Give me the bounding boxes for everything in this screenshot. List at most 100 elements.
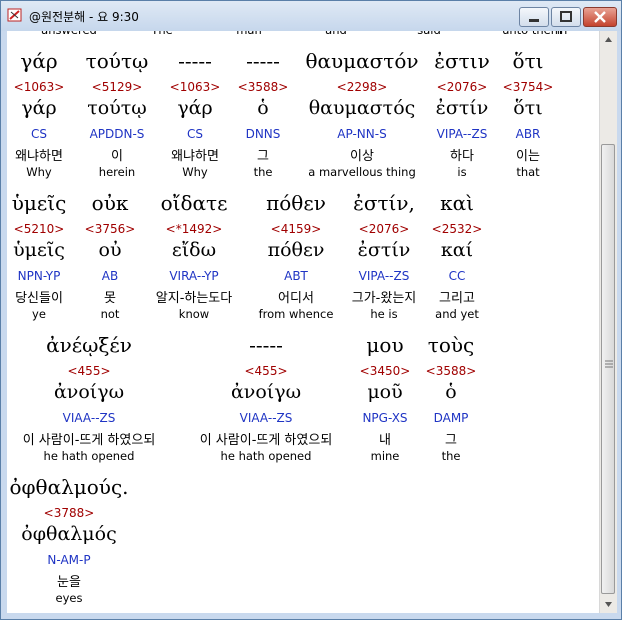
korean-gloss: 그 [257,149,269,164]
strong-number[interactable]: <3788> [44,506,95,520]
strong-number[interactable]: <4159> [271,222,322,236]
greek-lemma: οὐ [98,239,122,261]
greek-word[interactable]: οὐκ [92,191,129,215]
partial-english-gloss: The [151,31,172,37]
greek-word[interactable]: οἴδατε [161,191,228,215]
greek-lemma: καί [440,239,474,261]
english-gloss: he is [370,307,398,321]
english-gloss: that [516,165,540,179]
strong-number[interactable]: <1063> [14,80,65,94]
korean-gloss: 이 사람이-뜨게 하였으되 [22,433,156,448]
greek-lemma: εἴδω [171,239,217,261]
strong-number[interactable]: <2298> [337,80,388,94]
english-gloss: mine [370,449,400,463]
greek-lemma: γάρ [21,97,57,119]
greek-word[interactable]: πόθεν [266,191,326,215]
minimize-icon [529,19,539,22]
greek-lemma: ἀνοίγω [53,381,125,403]
grip-icon [605,360,613,368]
greek-word[interactable]: ----- [249,333,283,357]
korean-gloss: 그 [445,433,457,448]
english-gloss: he hath opened [43,449,135,463]
korean-gloss: 당신들이 [15,291,63,306]
english-gloss: ye [32,307,46,321]
greek-lemma: ἀνοίγω [230,381,302,403]
strong-number[interactable]: <3756> [85,222,136,236]
partial-english-gloss: said [417,31,441,37]
strong-number[interactable]: <3588> [426,364,477,378]
greek-word[interactable]: ὑμεῖς [12,191,67,215]
korean-gloss: 이는 [516,149,540,164]
scrollbar-thumb[interactable] [601,144,615,594]
greek-lemma: μοῦ [367,381,403,403]
parsing-code: NPN-YP [17,269,61,283]
greek-word[interactable]: θαυμαστόν [305,49,418,73]
greek-lemma: ὑμεῖς [13,239,65,261]
greek-word[interactable]: μου [366,333,403,357]
parsing-code: CC [448,269,466,283]
english-gloss: Why [182,165,208,179]
korean-gloss: 이 사람이-뜨게 하였으되 [199,433,333,448]
strong-number[interactable]: <2532> [432,222,483,236]
app-window: @원전분해 - 요 9:30 answered The man and said unto… [0,0,622,620]
greek-lemma: τούτῳ [87,97,147,119]
scroll-down-arrow-icon[interactable] [600,596,617,613]
english-gloss: from whence [258,307,334,321]
greek-lemma: γάρ [177,97,213,119]
strong-number[interactable]: <3754> [503,80,554,94]
greek-lemma: θαυμαστός [308,97,416,119]
partial-english-gloss: man [236,31,262,37]
greek-word[interactable]: καὶ [440,191,474,215]
strong-number[interactable]: <455> [244,364,287,378]
greek-lemma: πόθεν [267,239,325,261]
korean-gloss: 왜냐하면 [15,149,63,164]
interlinear-view[interactable]: answered The man and said unto themin γάρ τούτῳ… [7,31,599,613]
greek-word[interactable]: ἐστίν, [353,191,415,215]
parsing-code: DAMP [433,411,469,425]
greek-word[interactable]: ----- [178,49,212,73]
greek-word[interactable]: ----- [246,49,280,73]
english-gloss: a marvellous thing [308,165,416,179]
greek-word[interactable]: ἐστιν [434,49,489,73]
greek-lemma: ὅτι [513,97,543,119]
minimize-button[interactable] [519,7,549,27]
strong-number[interactable]: <2076> [359,222,410,236]
strong-number[interactable]: <1063> [170,80,221,94]
parsing-code: VIPA--ZS [358,269,410,283]
parsing-code: VIRA--YP [169,269,219,283]
strong-number[interactable]: <3450> [360,364,411,378]
partial-english-gloss: in [557,31,567,37]
strong-number[interactable]: <2076> [437,80,488,94]
parsing-code: VIPA--ZS [436,127,488,141]
parsing-code: ABR [515,127,541,141]
scroll-up-arrow-icon[interactable] [600,31,617,48]
parsing-code: NPG-XS [362,411,408,425]
english-gloss: know [178,307,210,321]
title-bar[interactable]: @원전분해 - 요 9:30 [1,1,621,31]
strong-number[interactable]: <3588> [238,80,289,94]
korean-gloss: 그가-왔는지 [351,291,417,306]
window-title: @원전분해 - 요 9:30 [29,10,139,24]
parsing-code: AB [101,269,119,283]
greek-word[interactable]: τούτῳ [86,49,149,73]
korean-gloss: 이상 [350,149,374,164]
greek-word[interactable]: γάρ [20,49,57,73]
greek-word[interactable]: ὀφθαλμούς. [9,475,128,499]
partial-english-gloss: answered [41,31,97,37]
strong-number[interactable]: <455> [67,364,110,378]
close-button[interactable] [583,7,617,27]
maximize-button[interactable] [551,7,581,27]
greek-word[interactable]: ἀνέῳξέν [46,333,132,357]
partial-english-gloss: and [325,31,347,37]
strong-number[interactable]: <*1492> [166,222,223,236]
korean-gloss: 눈을 [57,575,81,590]
parsing-code: VIAA--ZS [62,411,116,425]
parsing-code: N-AM-P [47,553,91,567]
vertical-scrollbar[interactable] [599,31,617,613]
greek-word[interactable]: τοὺς [428,333,474,357]
app-icon [7,8,22,22]
strong-number[interactable]: <5210> [14,222,65,236]
greek-word[interactable]: ὅτι [513,49,544,73]
greek-lemma: ὁ [257,97,269,119]
strong-number[interactable]: <5129> [92,80,143,94]
